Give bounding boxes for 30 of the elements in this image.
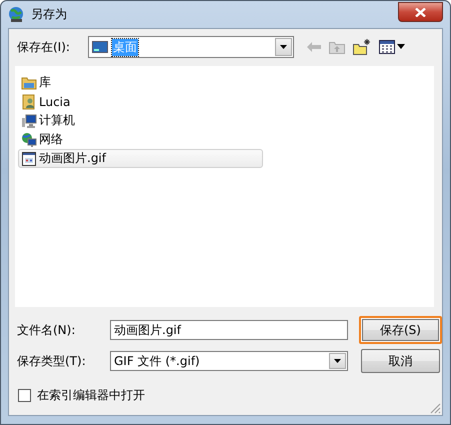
close-button[interactable] [398, 2, 443, 22]
field-label: 保存类型(T): [17, 352, 87, 370]
resize-grip-icon[interactable] [429, 402, 441, 414]
checkbox-label: 在索引编辑器中打开 [37, 387, 145, 404]
user-folder-icon [21, 94, 37, 110]
file-item[interactable]: 计算机 [18, 111, 82, 130]
window-title: 另存为 [31, 6, 68, 23]
file-item[interactable]: 网络 [18, 130, 70, 149]
close-icon [415, 8, 426, 16]
file-name-field[interactable]: 动画图片.gif [110, 320, 348, 340]
dropdown-arrow-icon [334, 359, 341, 363]
field-label: 文件名(N): [17, 322, 76, 338]
file-item[interactable]: 动画图片.gif [18, 149, 263, 168]
checkbox[interactable] [18, 389, 31, 402]
view-menu-icon[interactable] [379, 40, 405, 54]
save-button[interactable]: 保存(S) [359, 316, 442, 344]
cancel-button[interactable]: 取消 [361, 349, 440, 373]
desktop-icon [92, 41, 108, 53]
selected-location: 桌面 [112, 38, 138, 56]
file-type-dropdown[interactable]: GIF 文件 (*.gif) [110, 351, 348, 371]
dropdown-arrow-icon [280, 45, 287, 49]
network-icon [21, 132, 37, 148]
image-file-icon [21, 150, 37, 166]
library-icon [21, 74, 37, 90]
file-item[interactable]: Lucia [18, 92, 78, 111]
field-label: 保存在(I): [16, 38, 71, 56]
file-item[interactable]: 库 [18, 73, 58, 92]
globe-icon [8, 6, 25, 23]
new-folder-icon[interactable] [353, 39, 371, 55]
computer-icon [21, 112, 37, 128]
